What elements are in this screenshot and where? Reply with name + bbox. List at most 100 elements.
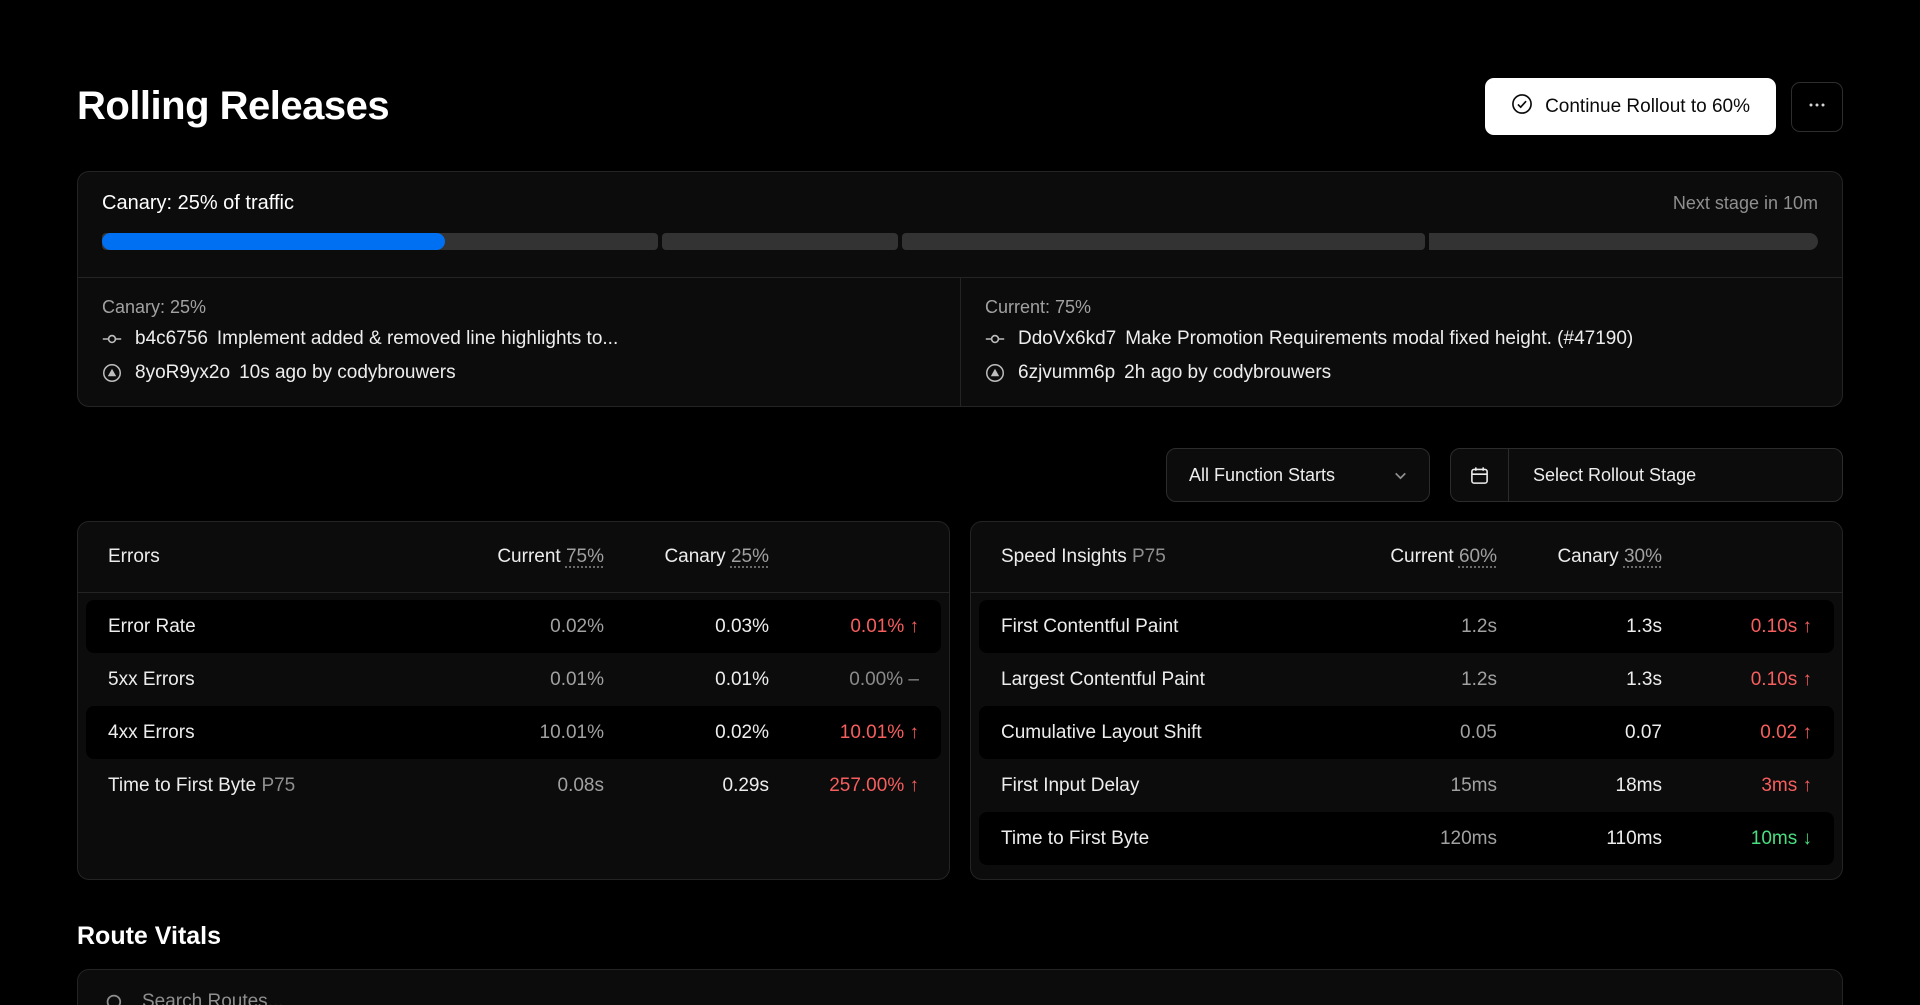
speed-canary-pct[interactable]: 30% [1624, 546, 1662, 567]
speed-current-pct[interactable]: 60% [1459, 546, 1497, 567]
rollout-stage-label: Select Rollout Stage [1509, 449, 1720, 501]
search-icon [104, 992, 126, 1005]
speed-table-title-suffix: P75 [1132, 546, 1166, 567]
continue-rollout-label: Continue Rollout to 60% [1545, 96, 1750, 118]
progress-segment [662, 233, 899, 250]
canary-rollout-card: Canary: 25% of traffic Next stage in 10m… [77, 171, 1843, 407]
deployment-icon [985, 363, 1005, 383]
speed-canary-column-header: Canary 30% [1497, 546, 1662, 568]
metric-delta: 0.01% ↑ [769, 616, 919, 638]
metric-label: Largest Contentful Paint [1001, 669, 1347, 691]
errors-current-pct[interactable]: 75% [566, 546, 604, 567]
metric-current-value: 1.2s [1347, 669, 1497, 691]
errors-table-title: Errors [108, 546, 454, 568]
metric-canary-value: 1.3s [1497, 669, 1662, 691]
check-circle-icon [1511, 93, 1533, 121]
metric-label: Time to First Byte [1001, 828, 1347, 850]
progress-segment [902, 233, 1425, 250]
table-row: Largest Contentful Paint 1.2s 1.3s 0.10s… [979, 653, 1834, 706]
deployment-comparison: Canary: 25% b4c6756 Implement added & re… [78, 277, 1842, 406]
chevron-down-icon [1392, 467, 1409, 484]
errors-table-header: Errors Current 75% Canary 25% [78, 522, 949, 593]
rollout-stage-select[interactable]: Select Rollout Stage [1450, 448, 1843, 502]
errors-table-body: Error Rate 0.02% 0.03% 0.01% ↑ 5xx Error… [78, 593, 949, 819]
canary-commit-line[interactable]: b4c6756 Implement added & removed line h… [102, 322, 936, 356]
progress-track [102, 233, 1818, 250]
speed-table-header: Speed Insights P75 Current 60% Canary 30… [971, 522, 1842, 593]
metric-label: Error Rate [108, 616, 454, 638]
metric-delta: 0.02 ↑ [1662, 722, 1812, 744]
metric-current-value: 10.01% [454, 722, 604, 744]
canary-deployment-line[interactable]: 8yoR9yx2o 10s ago by codybrouwers [102, 356, 936, 390]
current-deployment-id: 6zjvumm6p [1018, 362, 1115, 384]
speed-table-title: Speed Insights P75 [1001, 546, 1347, 568]
current-commit-hash: DdoVx6kd7 [1018, 328, 1116, 350]
metric-canary-value: 0.01% [604, 669, 769, 691]
metric-current-value: 0.02% [454, 616, 604, 638]
canary-rollout-header: Canary: 25% of traffic Next stage in 10m [78, 172, 1842, 277]
search-routes-input[interactable] [142, 990, 1816, 1005]
metric-current-value: 0.08s [454, 775, 604, 797]
current-deployment-meta: 2h ago by codybrouwers [1124, 362, 1331, 384]
speed-table-body: First Contentful Paint 1.2s 1.3s 0.10s ↑… [971, 593, 1842, 872]
metric-current-value: 120ms [1347, 828, 1497, 850]
metric-canary-value: 110ms [1497, 828, 1662, 850]
deployment-icon [102, 363, 122, 383]
metric-delta: 10.01% ↑ [769, 722, 919, 744]
current-deployment-line[interactable]: 6zjvumm6p 2h ago by codybrouwers [985, 356, 1818, 390]
canary-deployment-id: 8yoR9yx2o [135, 362, 230, 384]
progress-segment [1429, 233, 1818, 250]
table-row: Time to First Byte P75 0.08s 0.29s 257.0… [86, 759, 941, 812]
canary-deployment-column: Canary: 25% b4c6756 Implement added & re… [78, 278, 960, 406]
metric-canary-value: 0.07 [1497, 722, 1662, 744]
canary-commit-message: Implement added & removed line highlight… [217, 328, 618, 350]
ellipsis-icon [1807, 95, 1827, 118]
function-starts-dropdown[interactable]: All Function Starts [1166, 448, 1430, 502]
filters-row: All Function Starts Select Rollout Stage [77, 448, 1843, 502]
topbar-actions: Continue Rollout to 60% [1485, 78, 1843, 135]
canary-commit-hash: b4c6756 [135, 328, 208, 350]
current-deployment-column: Current: 75% DdoVx6kd7 Make Promotion Re… [960, 278, 1842, 406]
route-vitals-title: Route Vitals [77, 922, 1843, 951]
metric-label: 5xx Errors [108, 669, 454, 691]
progress-fill [102, 233, 445, 250]
git-commit-icon [985, 329, 1005, 349]
canary-percent-label: Canary: 25% [102, 292, 936, 322]
metric-label: 4xx Errors [108, 722, 454, 744]
canary-deployment-meta: 10s ago by codybrouwers [239, 362, 456, 384]
table-row: First Contentful Paint 1.2s 1.3s 0.10s ↑ [979, 600, 1834, 653]
metric-current-value: 0.05 [1347, 722, 1497, 744]
rolling-releases-page: Rolling Releases Continue Rollout to 60%… [0, 78, 1920, 1005]
function-starts-label: All Function Starts [1189, 465, 1335, 486]
errors-canary-pct[interactable]: 25% [731, 546, 769, 567]
errors-table: Errors Current 75% Canary 25% Error Rate… [77, 521, 950, 880]
metric-delta: 3ms ↑ [1662, 775, 1812, 797]
current-commit-message: Make Promotion Requirements modal fixed … [1125, 328, 1633, 350]
speed-insights-table: Speed Insights P75 Current 60% Canary 30… [970, 521, 1843, 880]
continue-rollout-button[interactable]: Continue Rollout to 60% [1485, 78, 1776, 135]
canary-traffic-title: Canary: 25% of traffic [102, 192, 294, 215]
metric-tables: Errors Current 75% Canary 25% Error Rate… [77, 521, 1843, 880]
metric-label: First Contentful Paint [1001, 616, 1347, 638]
metric-label: Time to First Byte P75 [108, 775, 454, 797]
table-row: Cumulative Layout Shift 0.05 0.07 0.02 ↑ [979, 706, 1834, 759]
metric-current-value: 0.01% [454, 669, 604, 691]
page-title: Rolling Releases [77, 84, 389, 129]
metric-delta: 10ms ↓ [1662, 828, 1812, 850]
metric-current-value: 1.2s [1347, 616, 1497, 638]
next-stage-label: Next stage in 10m [1673, 193, 1818, 214]
metric-label: Cumulative Layout Shift [1001, 722, 1347, 744]
metric-delta: 0.00% – [769, 669, 919, 691]
metric-current-value: 15ms [1347, 775, 1497, 797]
table-row: Error Rate 0.02% 0.03% 0.01% ↑ [86, 600, 941, 653]
metric-delta: 0.10s ↑ [1662, 616, 1812, 638]
metric-label-suffix: P75 [261, 775, 295, 796]
table-row: 4xx Errors 10.01% 0.02% 10.01% ↑ [86, 706, 941, 759]
more-menu-button[interactable] [1791, 82, 1843, 132]
metric-canary-value: 18ms [1497, 775, 1662, 797]
current-percent-label: Current: 75% [985, 292, 1818, 322]
current-commit-line[interactable]: DdoVx6kd7 Make Promotion Requirements mo… [985, 322, 1818, 356]
table-row: 5xx Errors 0.01% 0.01% 0.00% – [86, 653, 941, 706]
calendar-icon [1451, 449, 1509, 501]
metric-delta: 257.00% ↑ [769, 775, 919, 797]
